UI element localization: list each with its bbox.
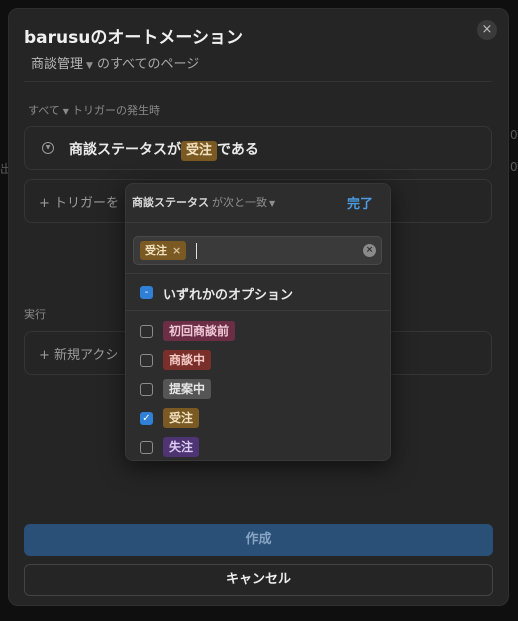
filter-icon: ▼ [42, 142, 54, 154]
option-tag[interactable]: 商談中 [163, 350, 212, 370]
option-tag[interactable]: 失注 [163, 437, 200, 457]
status-filter-dropdown: 商談ステータス が次と一致 ▼ 完了 受注 × × - いずれかのオプション 初回商談… [125, 183, 391, 461]
modal-title: barusuのオートメーション [24, 28, 244, 48]
option-checkbox[interactable]: ✓ [140, 412, 153, 425]
action-section-label: 実行 [24, 308, 46, 321]
add-action-label: + 新規アクシ [39, 348, 119, 363]
close-icon: × [481, 22, 493, 37]
cancel-button[interactable]: キャンセル [24, 564, 493, 596]
option-search-input[interactable]: 受注 × × [133, 236, 382, 265]
background-edge-text-right-2: 0 [510, 160, 518, 174]
filter-operator-selector[interactable]: が次と一致 [212, 196, 267, 209]
trigger-section-title: トリガーの発生時 [71, 104, 160, 117]
filter-property: 商談ステータス [132, 196, 209, 209]
selected-option-chip: 受注 × [140, 241, 187, 260]
dropdown-divider [126, 222, 390, 223]
option-checkbox[interactable] [140, 383, 153, 396]
clear-icon[interactable]: × [363, 244, 376, 257]
option-checkbox[interactable] [140, 441, 153, 454]
trigger-section-label: すべて ▼ トリガーの発生時 [28, 102, 160, 118]
background-edge-text-right-1: 0 [510, 128, 518, 142]
chevron-down-icon: ▼ [269, 199, 276, 208]
dropdown-divider [126, 273, 390, 274]
remove-chip-icon[interactable]: × [172, 244, 181, 257]
option-checkbox[interactable] [140, 354, 153, 367]
breadcrumb: 商談管理 ▼ のすべてのページ [31, 53, 199, 72]
trigger-particle: が [167, 142, 181, 158]
trigger-value-tag: 受注 [181, 141, 218, 161]
add-trigger-label: + トリガーを [39, 196, 120, 211]
any-option-checkbox[interactable]: - [140, 286, 153, 299]
database-selector[interactable]: 商談管理 [31, 57, 83, 72]
option-checkbox[interactable] [140, 325, 153, 338]
option-tag[interactable]: 提案中 [163, 379, 212, 399]
chevron-down-icon: ▼ [62, 107, 69, 116]
breadcrumb-scope: のすべてのページ [96, 57, 200, 72]
dropdown-divider [126, 310, 390, 311]
any-option-label: いずれかのオプション [163, 288, 294, 303]
trigger-suffix: である [217, 142, 259, 158]
trigger-property: 商談ステータス [69, 142, 167, 158]
trigger-mode-selector[interactable]: すべて [28, 104, 60, 117]
create-button[interactable]: 作成 [24, 524, 493, 556]
selected-chip-label: 受注 [145, 244, 167, 257]
done-button[interactable]: 完了 [347, 193, 373, 212]
close-button[interactable]: × [477, 20, 497, 40]
header-divider [24, 81, 492, 82]
filter-header: 商談ステータス が次と一致 ▼ [132, 194, 275, 210]
chevron-down-icon: ▼ [86, 61, 93, 71]
option-tag[interactable]: 初回商談前 [163, 321, 236, 341]
trigger-card[interactable]: ▼ 商談ステータスが 受注 である [24, 126, 492, 170]
text-cursor [196, 243, 197, 259]
option-tag[interactable]: 受注 [163, 408, 200, 428]
trigger-text: 商談ステータスが 受注 である [69, 139, 259, 161]
